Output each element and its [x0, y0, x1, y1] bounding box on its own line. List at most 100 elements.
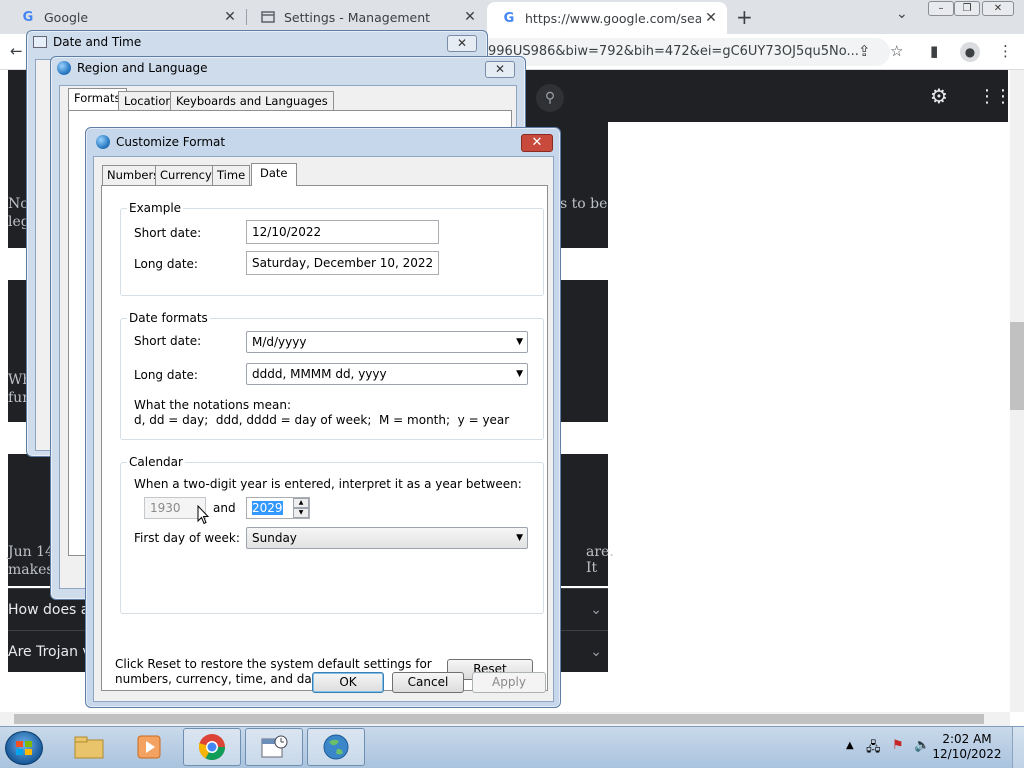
long-date-format-label: Long date: — [134, 368, 198, 382]
show-desktop-button[interactable] — [1012, 727, 1024, 768]
long-date-format-value: dddd, MMMM dd, yyyy — [252, 367, 387, 381]
chrome-menu-icon[interactable]: ⋮ — [998, 42, 1013, 60]
tab-date[interactable]: Date — [251, 163, 297, 186]
taskbar-clock[interactable]: 2:02 AM 12/10/2022 — [932, 732, 1002, 762]
notations-text: d, dd = day; ddd, dddd = day of week; M … — [134, 413, 510, 427]
chevron-down-icon: ⌄ — [590, 602, 602, 618]
close-tab-icon[interactable]: ✕ — [460, 9, 480, 25]
settings-page-icon — [260, 9, 276, 25]
close-button[interactable]: ✕ — [485, 61, 515, 78]
cancel-button[interactable]: Cancel — [392, 672, 464, 693]
media-player-taskbar-icon[interactable] — [120, 728, 178, 766]
window-titlebar: Date and Time — [33, 35, 141, 49]
window-title: Customize Format — [116, 135, 226, 149]
short-date-format-label: Short date: — [134, 334, 202, 348]
tab-search-chevron-icon[interactable]: ⌄ — [896, 6, 908, 22]
date-formats-group: Date formats Short date: M/d/yyyy ▼ Long… — [120, 311, 544, 440]
reset-info-text-line1: Click Reset to restore the system defaul… — [115, 657, 432, 671]
dropdown-arrow-icon[interactable]: ▼ — [516, 332, 523, 352]
tab-google-search[interactable]: G https://www.google.com/search? ✕ — [487, 2, 727, 34]
window-title: Region and Language — [77, 61, 208, 75]
first-day-value: Sunday — [252, 531, 297, 545]
start-button-windows-icon[interactable] — [5, 731, 43, 765]
long-date-format-combo[interactable]: dddd, MMMM dd, yyyy ▼ — [246, 363, 528, 385]
browser-tab-strip: G Google ✕ Settings - Management ✕ G htt… — [0, 0, 1024, 34]
horizontal-scroll-thumb[interactable] — [14, 714, 984, 724]
year-to-value: 2029 — [252, 501, 283, 515]
ok-button[interactable]: OK — [312, 672, 384, 693]
restore-button[interactable]: ❐ — [954, 1, 980, 16]
spin-up-icon[interactable]: ▲ — [293, 498, 309, 508]
clock-date: 12/10/2022 — [932, 747, 1002, 761]
spin-down-icon[interactable]: ▼ — [293, 508, 309, 518]
share-icon[interactable]: ⇪ — [858, 42, 871, 60]
minimize-button[interactable]: – — [928, 1, 954, 16]
globe-icon — [96, 135, 110, 149]
short-date-label: Short date: — [134, 226, 202, 240]
long-date-label: Long date: — [134, 257, 198, 271]
date-tab-panel: Example Short date: 12/10/2022 Long date… — [101, 185, 548, 691]
search-icon[interactable]: ⚲ — [536, 84, 564, 112]
short-date-example: 12/10/2022 — [246, 220, 439, 244]
apps-grid-icon[interactable]: ⋮⋮⋮ — [978, 86, 1010, 107]
tab-currency[interactable]: Currency — [155, 165, 217, 185]
short-date-format-value: M/d/yyyy — [252, 335, 307, 349]
calendar-group: Calendar When a two-digit year is entere… — [120, 455, 544, 614]
google-favicon-icon: G — [503, 10, 515, 26]
close-button[interactable]: ✕ — [447, 35, 477, 52]
long-date-example: Saturday, December 10, 2022 — [246, 251, 439, 275]
new-tab-button[interactable]: + — [736, 5, 753, 29]
faq-question: Are Trojan v — [8, 644, 91, 660]
window-title: Date and Time — [53, 35, 142, 49]
close-browser-button[interactable]: ✕ — [982, 1, 1014, 16]
example-group: Example Short date: 12/10/2022 Long date… — [120, 201, 544, 296]
action-center-flag-icon[interactable]: ⚑ — [892, 738, 904, 753]
apply-button[interactable]: Apply — [472, 672, 546, 693]
clock-time: 2:02 AM — [942, 732, 992, 746]
clock-icon — [33, 36, 47, 48]
region-language-taskbar-icon[interactable] — [307, 728, 365, 766]
tab-settings-management[interactable]: Settings - Management ✕ — [246, 0, 486, 34]
tab-google[interactable]: G Google ✕ — [6, 0, 246, 34]
bookmark-star-icon[interactable]: ☆ — [890, 42, 903, 60]
short-date-format-combo[interactable]: M/d/yyyy ▼ — [246, 331, 528, 353]
close-button[interactable]: ✕ — [521, 134, 553, 152]
group-title: Calendar — [127, 455, 185, 469]
tab-title: https://www.google.com/search? — [525, 10, 701, 26]
two-digit-year-text: When a two-digit year is entered, interp… — [134, 477, 522, 491]
tab-time[interactable]: Time — [212, 165, 251, 185]
address-bar[interactable]: 996US986&biw=792&bih=472&ei=gC6UY73OJ5qu… — [470, 38, 890, 66]
volume-icon[interactable]: 🔈 — [914, 738, 930, 753]
close-tab-icon[interactable]: ✕ — [701, 10, 721, 26]
google-favicon-icon: G — [22, 9, 34, 25]
group-title: Example — [127, 201, 184, 215]
side-panel-icon[interactable]: ▮ — [930, 42, 938, 60]
group-title: Date formats — [127, 311, 210, 325]
vertical-scroll-thumb[interactable] — [1010, 322, 1024, 410]
result-snippet: s to be — [560, 196, 608, 212]
tab-keyboards-and-languages[interactable]: Keyboards and Languages — [170, 91, 334, 111]
and-label: and — [213, 501, 236, 515]
close-tab-icon[interactable]: ✕ — [220, 9, 240, 25]
dropdown-arrow-icon[interactable]: ▼ — [516, 528, 523, 548]
tab-title: Settings - Management — [284, 9, 431, 25]
dialog-body: Numbers Currency Time Date Example Short… — [93, 156, 554, 702]
network-icon[interactable]: 🖧 — [866, 738, 881, 760]
chrome-taskbar-icon[interactable] — [183, 728, 241, 766]
result-snippet: makes — [8, 562, 54, 578]
back-arrow-icon[interactable]: ← — [10, 42, 23, 60]
chevron-down-icon: ⌄ — [590, 644, 602, 660]
reset-info-text-line2: numbers, currency, time, and date. — [115, 672, 328, 686]
globe-icon — [57, 61, 71, 75]
first-day-label: First day of week: — [134, 531, 240, 545]
settings-gear-icon[interactable]: ⚙ — [930, 84, 948, 108]
faq-question: How does a — [8, 602, 90, 618]
profile-avatar-icon[interactable]: ● — [960, 42, 980, 62]
file-explorer-taskbar-icon[interactable] — [60, 728, 118, 766]
show-hidden-icons-icon[interactable]: ▲ — [846, 740, 854, 751]
date-time-taskbar-icon[interactable] — [245, 728, 303, 766]
dropdown-arrow-icon[interactable]: ▼ — [516, 364, 523, 384]
window-titlebar: Customize Format — [96, 135, 225, 149]
first-day-combo[interactable]: Sunday ▼ — [246, 527, 528, 549]
window-titlebar: Region and Language — [57, 61, 208, 75]
